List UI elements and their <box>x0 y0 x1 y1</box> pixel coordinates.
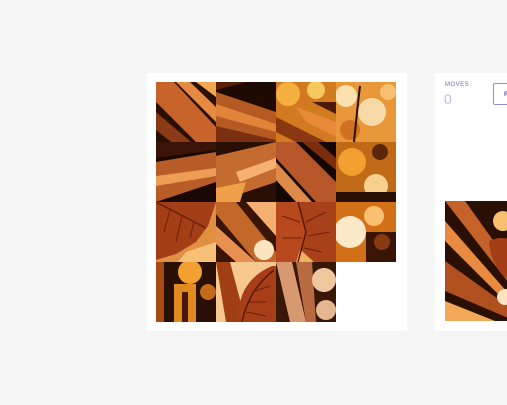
puzzle-tile[interactable] <box>156 202 216 262</box>
puzzle-tile[interactable] <box>276 142 336 202</box>
moves-label: MOVES <box>445 82 470 88</box>
puzzle-tile[interactable] <box>216 202 276 262</box>
reset-button[interactable]: R <box>493 83 507 105</box>
puzzle-tile[interactable] <box>336 202 396 262</box>
puzzle-board <box>147 73 407 331</box>
puzzle-tile[interactable] <box>336 82 396 142</box>
puzzle-tile[interactable] <box>216 82 276 142</box>
puzzle-tile[interactable] <box>276 202 336 262</box>
puzzle-tile[interactable] <box>156 82 216 142</box>
puzzle-tile[interactable] <box>276 82 336 142</box>
info-panel: MOVES 0 R <box>435 73 507 331</box>
preview-image <box>445 201 507 321</box>
moves-counter: 0 <box>444 91 452 107</box>
empty-slot <box>336 262 396 322</box>
puzzle-tile[interactable] <box>336 142 396 202</box>
puzzle-tile[interactable] <box>156 142 216 202</box>
puzzle-tile[interactable] <box>216 142 276 202</box>
puzzle-tile[interactable] <box>156 262 216 322</box>
puzzle-tile[interactable] <box>216 262 276 322</box>
puzzle-tile[interactable] <box>276 262 336 322</box>
